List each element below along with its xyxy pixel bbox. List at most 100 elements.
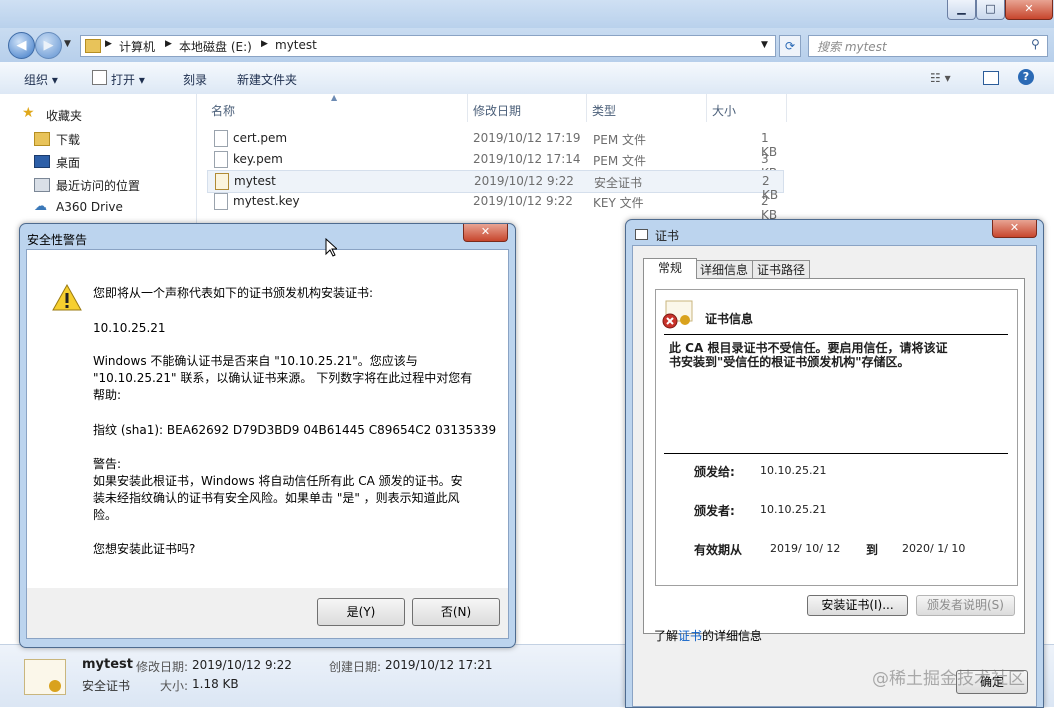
details-type: 安全证书 [82,679,131,693]
cert-body: 常规 详细信息 证书路径 证书信息 此 CA 根目录证书不受信任。要启用信任，请… [632,245,1037,707]
cert-close-button[interactable]: ✕ [992,220,1037,238]
close-button[interactable]: ✕ [1005,0,1053,20]
mouse-cursor-icon [325,237,339,260]
tab-panel-general: 证书信息 此 CA 根目录证书不受信任。要启用信任，请将该证 书安装到"受信任的… [643,278,1025,634]
untrusted-message-line1: 此 CA 根目录证书不受信任。要启用信任，请将该证 [669,341,948,355]
help-icon[interactable]: ? [1018,69,1034,85]
back-icon[interactable]: ◀ [8,32,35,59]
view-options-icon[interactable]: ☷ ▾ [930,71,951,85]
address-bar-area: ◀ ▶ ▼ ▶ 计算机 ▶ 本地磁盘 (E:) ▶ mytest ▼ ⟳ 搜索 … [0,28,1054,62]
column-header-name[interactable]: 名称 [211,102,235,119]
address-dropdown-icon[interactable]: ▼ [761,40,768,50]
nav-item-downloads[interactable]: 下载 [34,130,192,148]
refresh-icon[interactable]: ⟳ [779,35,801,57]
open-button[interactable]: 打开 ▾ [111,71,145,88]
column-divider[interactable] [586,94,587,122]
forward-icon[interactable]: ▶ [35,32,62,59]
minimize-button[interactable]: ▁ [947,0,976,20]
file-name: mytest.key [233,194,300,208]
nav-item-favorites[interactable]: ★ 收藏夹 [22,105,192,124]
file-icon [214,151,228,168]
file-row-key-pem[interactable]: key.pem 2019/10/12 17:14 PEM 文件 3 KB [207,149,782,180]
warning-paragraph-line1: Windows 不能确认证书是否来自 "10.10.25.21"。您应该与 [93,354,418,368]
details-modified: 2019/10/12 9:22 [192,658,292,672]
yes-button[interactable]: 是(Y) [317,598,405,626]
tab-general[interactable]: 常规 [643,258,697,279]
caution-heading: 警告: [93,457,122,471]
watermark-text: @稀土掘金技术社区 [872,669,1025,689]
file-size: 2 KB [761,194,778,222]
file-date: 2019/10/12 9:22 [473,194,573,208]
security-warning-dialog: 安全性警告 ✕ 您即将从一个声称代表如下的证书颁发机构安装证书: 10.10.2… [19,223,516,648]
file-icon [214,193,228,210]
file-date: 2019/10/12 17:19 [473,131,581,145]
untrusted-message-line2: 书安装到"受信任的根证书颁发机构"存储区。 [669,355,910,369]
certificate-file-icon [215,173,229,190]
address-bar[interactable]: ▶ 计算机 ▶ 本地磁盘 (E:) ▶ mytest ▼ [80,35,776,57]
cert-info-heading: 证书信息 [705,312,754,326]
file-type: KEY 文件 [593,196,644,210]
issued-by-label: 颁发者: [694,504,735,518]
breadcrumb-drive[interactable]: 本地磁盘 (E:) [179,38,252,55]
learn-prefix: 了解 [654,629,679,643]
divider [664,334,1008,335]
nav-item-recent[interactable]: 最近访问的位置 [34,176,192,194]
nav-label: 收藏夹 [46,109,83,123]
organize-button[interactable]: 组织 ▾ [24,71,58,88]
search-input[interactable]: 搜索 mytest ⚲ [808,35,1048,57]
certificate-link[interactable]: 证书 [678,629,702,643]
nav-item-desktop[interactable]: 桌面 [34,153,192,171]
dialog-close-button[interactable]: ✕ [463,224,508,242]
details-modified-label: 修改日期: [136,660,189,674]
caution-line1: 如果安装此根证书，Windows 将自动信任所有此 CA 颁发的证书。安 [93,474,463,488]
tab-cert-path[interactable]: 证书路径 [752,260,810,279]
intro-text: 您即将从一个声称代表如下的证书颁发机构安装证书: [93,286,374,300]
file-row-cert-pem[interactable]: cert.pem 2019/10/12 17:19 PEM 文件 1 KB [207,128,782,159]
certificate-large-icon [24,659,66,695]
nav-label: A360 Drive [56,200,123,214]
preview-pane-icon[interactable] [983,71,999,85]
cloud-drive-icon: ☁ [34,199,47,214]
breadcrumb-computer[interactable]: 计算机 [119,38,155,55]
file-row-mytest-selected[interactable]: mytest 2019/10/12 9:22 安全证书 2 KB [207,170,784,202]
file-name: cert.pem [233,131,288,145]
nav-label: 最近访问的位置 [56,179,141,193]
dialog-button-area: 是(Y) 否(N) [26,588,509,639]
column-divider[interactable] [706,94,707,122]
breadcrumb-mytest[interactable]: mytest [275,38,317,52]
details-created-label: 创建日期: [329,660,382,674]
nav-item-a360[interactable]: ☁ A360 Drive [34,199,192,217]
tab-details[interactable]: 详细信息 [695,260,753,279]
column-header-size[interactable]: 大小 [712,102,736,119]
install-certificate-button[interactable]: 安装证书(I)... [807,595,908,616]
separator-icon: ▶ [261,39,268,49]
details-size-label: 大小: [160,679,189,693]
burn-button[interactable]: 刻录 [183,71,207,88]
issuer-statement-button[interactable]: 颁发者说明(S) [916,595,1015,616]
cert-info-box: 证书信息 此 CA 根目录证书不受信任。要启用信任，请将该证 书安装到"受信任的… [655,289,1018,586]
explorer-titlebar: ▁ □ ✕ [0,0,1054,28]
download-folder-icon [34,132,50,146]
file-row-mytest-key[interactable]: mytest.key 2019/10/12 9:22 KEY 文件 2 KB [207,191,782,222]
column-divider[interactable] [467,94,468,122]
new-folder-button[interactable]: 新建文件夹 [237,71,297,88]
valid-to-value: 2020/ 1/ 10 [902,542,966,555]
recent-places-icon [34,178,50,192]
column-header-type[interactable]: 类型 [592,102,616,119]
file-icon [214,130,228,147]
file-name: key.pem [233,152,283,166]
open-icon [92,70,107,85]
dialog-body: 您即将从一个声称代表如下的证书颁发机构安装证书: 10.10.25.21 Win… [26,249,509,589]
column-divider[interactable] [786,94,787,122]
search-icon[interactable]: ⚲ [1031,37,1040,51]
history-chevron-icon[interactable]: ▼ [64,39,71,49]
maximize-button[interactable]: □ [976,0,1005,20]
file-date: 2019/10/12 9:22 [474,174,574,188]
column-header-date[interactable]: 修改日期 [473,102,521,119]
desktop-icon [34,155,50,168]
issuer-text: 10.10.25.21 [93,321,166,335]
folder-icon [85,39,101,53]
sort-up-icon: ▲ [331,93,338,102]
no-button[interactable]: 否(N) [412,598,500,626]
warning-paragraph-line3: 帮助: [93,388,122,402]
